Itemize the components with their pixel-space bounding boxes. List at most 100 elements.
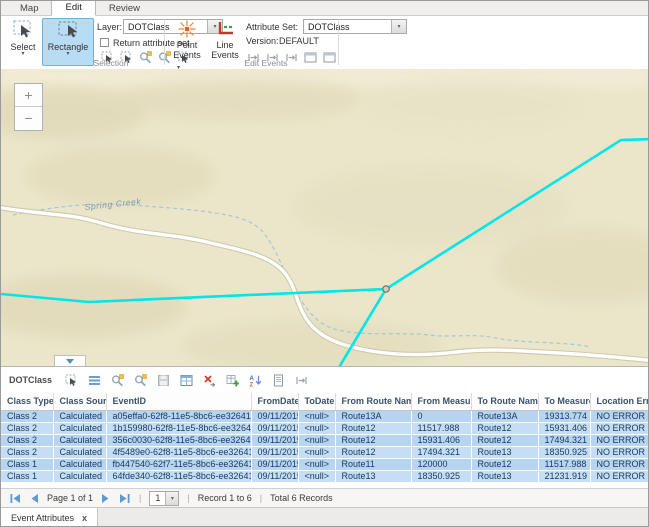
table-cell: Class 2 bbox=[1, 434, 53, 446]
column-header[interactable]: To Route Name bbox=[471, 393, 538, 410]
table-cell: <null> bbox=[298, 446, 335, 458]
table-cell: Route12 bbox=[471, 434, 538, 446]
table-cell: Calculated bbox=[53, 422, 106, 434]
table-cell: 4f5489e0-62f8-11e5-8bc6-ee32641d5ec9 bbox=[106, 446, 251, 458]
zoom-in-button[interactable]: + bbox=[15, 84, 42, 107]
tab-event-attributes-label: Event Attributes bbox=[11, 513, 74, 523]
column-header[interactable]: ToDate bbox=[298, 393, 335, 410]
panel-collapse-tab[interactable] bbox=[54, 355, 86, 366]
zoom-to-record-icon[interactable] bbox=[110, 373, 125, 388]
table-cell: <null> bbox=[298, 470, 335, 482]
edit-events-group-label: Edit Events bbox=[211, 58, 321, 68]
table-cell: 18350.925 bbox=[411, 470, 471, 482]
page-number-combo[interactable]: 1 ▾ bbox=[149, 491, 179, 506]
selection-menu-icon[interactable] bbox=[87, 373, 102, 388]
table-cell: NO ERROR bbox=[590, 434, 649, 446]
split-record-icon[interactable] bbox=[294, 373, 309, 388]
table-row[interactable]: Class 2Calculated4f5489e0-62f8-11e5-8bc6… bbox=[1, 446, 649, 458]
table-cell: Route12 bbox=[335, 434, 411, 446]
table-header: Class TypeClass SourceEventIDFromDateToD… bbox=[1, 393, 649, 410]
select-records-icon[interactable] bbox=[64, 373, 79, 388]
table-row[interactable]: Class 2Calculated356c0030-62f8-11e5-8bc6… bbox=[1, 434, 649, 446]
column-header[interactable]: FromDate bbox=[251, 393, 298, 410]
tab-edit[interactable]: Edit bbox=[51, 0, 95, 16]
table-cell: 21231.919 bbox=[538, 470, 590, 482]
report-icon[interactable] bbox=[271, 373, 286, 388]
table-cell: 09/11/2015 bbox=[251, 446, 298, 458]
pagination-bar: Page 1 of 1 | 1 ▾ | Record 1 to 6 | Tota… bbox=[1, 488, 648, 507]
chevron-down-icon[interactable]: ▾ bbox=[391, 20, 406, 33]
table-cell: NO ERROR bbox=[590, 410, 649, 422]
table-cell: 09/11/2015 bbox=[251, 422, 298, 434]
map-canvas[interactable]: Spring Creek bbox=[1, 69, 649, 366]
events-table-window-icon[interactable] bbox=[322, 50, 336, 64]
add-record-icon[interactable] bbox=[225, 373, 240, 388]
rectangle-select-icon bbox=[55, 19, 81, 41]
layer-label: Layer: bbox=[97, 22, 122, 32]
save-icon[interactable] bbox=[156, 373, 171, 388]
table-cell: Calculated bbox=[53, 434, 106, 446]
return-attribute-set-checkbox[interactable] bbox=[100, 38, 109, 47]
map-view[interactable]: Spring Creek + − bbox=[1, 69, 649, 366]
table-cell: 1b159980-62f8-11e5-8bc6-ee32641d5ec9 bbox=[106, 422, 251, 434]
zoom-out-button[interactable]: − bbox=[15, 107, 42, 130]
table-cell: 15931.406 bbox=[538, 422, 590, 434]
column-header[interactable]: EventID bbox=[106, 393, 251, 410]
table-cell: Class 2 bbox=[1, 410, 53, 422]
table-cell: Class 1 bbox=[1, 458, 53, 470]
column-header[interactable]: From Measure bbox=[411, 393, 471, 410]
table-row[interactable]: Class 1Calculatedfb447540-62f7-11e5-8bc6… bbox=[1, 458, 649, 470]
group-divider bbox=[338, 19, 339, 65]
point-events-button[interactable]: Point Events bbox=[168, 18, 206, 66]
ribbon-tab-strip: Map Edit Review bbox=[1, 1, 648, 16]
tab-map[interactable]: Map bbox=[7, 1, 51, 16]
chevron-down-icon[interactable]: ▾ bbox=[165, 492, 178, 505]
previous-page-icon[interactable] bbox=[28, 492, 41, 505]
delete-record-icon[interactable] bbox=[202, 373, 217, 388]
table-cell: 18350.925 bbox=[538, 446, 590, 458]
table-row[interactable]: Class 2Calculateda05effa0-62f8-11e5-8bc6… bbox=[1, 410, 649, 422]
grid-view-icon[interactable] bbox=[179, 373, 194, 388]
tab-event-attributes[interactable]: Event Attributes x bbox=[1, 508, 98, 527]
next-page-icon[interactable] bbox=[99, 492, 112, 505]
line-events-icon bbox=[215, 19, 235, 39]
column-header[interactable]: Class Source bbox=[53, 393, 106, 410]
pan-to-record-icon[interactable] bbox=[133, 373, 148, 388]
column-header[interactable]: To Measure bbox=[538, 393, 590, 410]
table-cell: NO ERROR bbox=[590, 470, 649, 482]
route-junction-marker[interactable] bbox=[383, 286, 389, 292]
table-row[interactable]: Class 2Calculated1b159980-62f8-11e5-8bc6… bbox=[1, 422, 649, 434]
sort-records-icon[interactable]: AZ bbox=[248, 373, 263, 388]
first-page-icon[interactable] bbox=[9, 492, 22, 505]
chevron-down-icon bbox=[66, 359, 74, 364]
application-window: Map Edit Review Select ▾ Rectangle ▾ Lay… bbox=[0, 0, 649, 527]
column-header[interactable]: From Route Name bbox=[335, 393, 411, 410]
select-tool-icon bbox=[11, 19, 35, 41]
table-cell: 17494.321 bbox=[411, 446, 471, 458]
tab-review[interactable]: Review bbox=[96, 1, 153, 16]
table-cell: NO ERROR bbox=[590, 446, 649, 458]
bottom-tab-bar: Event Attributes x bbox=[1, 507, 648, 527]
close-icon[interactable]: x bbox=[82, 513, 87, 523]
event-table-toolbar: DOTClass AZ bbox=[1, 366, 648, 393]
map-zoom-control: + − bbox=[14, 83, 43, 131]
column-header[interactable]: Location Error bbox=[590, 393, 649, 410]
selection-group-label: Selection bbox=[71, 58, 151, 68]
attribute-set-dropdown[interactable]: DOTClass ▾ bbox=[303, 19, 407, 34]
ribbon: Select ▾ Rectangle ▾ Layer: DOTClass ▾ R… bbox=[1, 16, 648, 70]
table-cell: 09/11/2015 bbox=[251, 434, 298, 446]
line-events-label: Line Events bbox=[207, 40, 243, 60]
table-cell: Class 2 bbox=[1, 422, 53, 434]
table-cell: a05effa0-62f8-11e5-8bc6-ee32641d5ec9 bbox=[106, 410, 251, 422]
separator: | bbox=[137, 493, 143, 503]
table-cell: Calculated bbox=[53, 458, 106, 470]
table-row[interactable]: Class 1Calculated64fde340-62f8-11e5-8bc6… bbox=[1, 470, 649, 482]
last-page-icon[interactable] bbox=[118, 492, 131, 505]
table-cell: NO ERROR bbox=[590, 422, 649, 434]
table-cell: Route12 bbox=[471, 458, 538, 470]
table-cell: 09/11/2015 bbox=[251, 470, 298, 482]
column-header[interactable]: Class Type bbox=[1, 393, 53, 410]
select-tool-button[interactable]: Select ▾ bbox=[5, 18, 41, 66]
table-cell: NO ERROR bbox=[590, 458, 649, 470]
table-cell: <null> bbox=[298, 458, 335, 470]
